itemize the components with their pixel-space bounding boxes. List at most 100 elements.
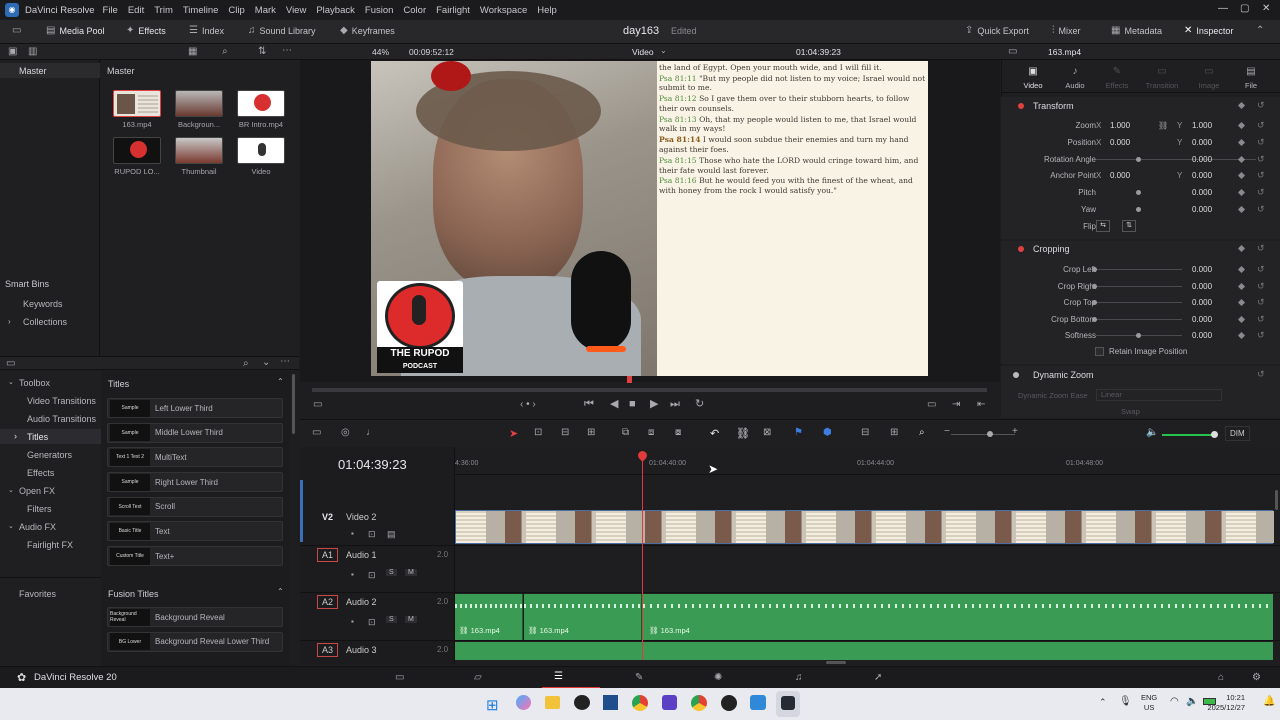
edit-page-tab[interactable]: ☰ (542, 667, 600, 689)
rotation-field[interactable]: 0.000 (1192, 155, 1212, 164)
panel-toggle-icon[interactable]: ▣ (8, 47, 17, 57)
color-page-icon[interactable]: ✺ (714, 673, 722, 683)
crop-left-field[interactable]: 0.000 (1192, 265, 1212, 274)
zoom-out-icon[interactable]: − (944, 427, 950, 437)
workspace-icon[interactable]: ▭ (12, 26, 21, 36)
mic-tray-icon[interactable]: 🎙 (1119, 696, 1132, 707)
inspector-tab-video[interactable]: ▣ Video (1020, 66, 1046, 91)
stop-icon[interactable]: ■ (629, 399, 636, 410)
volume-slider[interactable] (1162, 434, 1214, 436)
keyframes-button[interactable]: ◆ Keyframes (340, 26, 395, 37)
reset-icon[interactable]: ↺ (1257, 187, 1265, 198)
track-enable-icon[interactable]: ▤ (387, 529, 396, 539)
chrome-icon[interactable] (691, 695, 707, 711)
minimize-icon[interactable]: — (1218, 3, 1228, 14)
keyframe-icon[interactable] (1237, 315, 1246, 324)
dim-button[interactable]: DIM (1225, 426, 1250, 441)
menu-mark[interactable]: Mark (255, 5, 276, 16)
chevron-up-icon[interactable]: ⌃ (277, 587, 284, 596)
link-icon[interactable]: ⛓ (736, 427, 750, 440)
toolbox-item-titles[interactable]: Titles (27, 432, 48, 442)
audio-clip[interactable]: ⛓ 163.mp4 (524, 594, 642, 640)
media-clip[interactable]: Backgroun... (175, 90, 229, 129)
windows-start-icon[interactable]: ⊞ (486, 696, 499, 714)
auto-select-icon[interactable]: ⊡ (368, 529, 376, 539)
title-item[interactable]: Scroll Text Scroll (107, 496, 283, 517)
skip-end-icon[interactable]: ⏭ (670, 399, 680, 410)
zoom-knob[interactable] (987, 431, 993, 437)
flip-vertical-icon[interactable]: ⇅ (1122, 220, 1136, 232)
zoom-custom-icon[interactable]: ⌕ (919, 428, 925, 438)
sort-icon[interactable]: ⇅ (258, 47, 266, 57)
reset-icon[interactable]: ↺ (1257, 204, 1265, 215)
viewer-scrubber[interactable] (312, 388, 987, 392)
volume-tray-icon[interactable]: 🔈 (1186, 696, 1198, 707)
inspector-tab-file[interactable]: ▤ File (1238, 66, 1264, 91)
mixer-button[interactable]: ⫶ Mixer (1052, 26, 1081, 37)
metadata-button[interactable]: ▦ Metadata (1111, 26, 1162, 37)
loop-icon[interactable]: ↻ (695, 399, 704, 410)
app-icon[interactable] (750, 695, 766, 710)
yaw-knob[interactable] (1136, 207, 1141, 212)
crop-bottom-knob[interactable] (1092, 317, 1097, 322)
inspector-button[interactable]: ✕ Inspector (1184, 26, 1233, 37)
track-name[interactable]: Audio 1 (346, 550, 377, 560)
zoom-y-field[interactable]: 1.000 (1192, 121, 1212, 130)
title-item[interactable]: Custom Title Text+ (107, 546, 283, 567)
mute-button[interactable]: M (405, 569, 417, 576)
scrubber-playhead[interactable] (627, 376, 632, 383)
crop-left-knob[interactable] (1092, 267, 1097, 272)
wifi-icon[interactable]: ◠ (1170, 696, 1179, 707)
media-clip[interactable]: RUPOD LO... (113, 137, 167, 176)
menu-trim[interactable]: Trim (154, 5, 173, 16)
volume-knob[interactable] (1211, 431, 1218, 438)
title-item[interactable]: Sample Right Lower Third (107, 472, 283, 493)
anchor-y-field[interactable]: 0.000 (1192, 171, 1212, 180)
flip-horizontal-icon[interactable]: ⇆ (1096, 220, 1110, 232)
flag-icon[interactable]: ⚑ (794, 427, 803, 438)
index-button[interactable]: ☰ Index (189, 26, 224, 37)
reset-icon[interactable]: ↺ (1257, 281, 1265, 292)
reset-icon[interactable]: ↺ (1257, 154, 1265, 165)
chevron-up-icon[interactable]: ⌃ (277, 377, 284, 386)
media-clip[interactable]: BR Intro.mp4 (237, 90, 291, 129)
play-reverse-icon[interactable]: ◀ (610, 399, 618, 410)
grid-view-icon[interactable]: ▦ (188, 47, 197, 57)
insert-clip-icon[interactable]: ⧉ (622, 428, 629, 438)
crop-right-knob[interactable] (1092, 284, 1097, 289)
crop-bottom-slider[interactable] (1096, 319, 1182, 320)
next-edit-icon[interactable]: ⇥ (952, 400, 960, 410)
toolbox-item[interactable]: Effects (27, 468, 54, 478)
fusion-page-icon[interactable]: ✎ (635, 673, 643, 683)
overwrite-clip-icon[interactable]: ⧈ (648, 428, 654, 438)
mic-icon[interactable]: ♩ (366, 428, 376, 438)
blade-tool-icon[interactable]: ⊟ (561, 428, 569, 438)
marker-icon[interactable]: ⬢ (823, 427, 832, 438)
bin-icon[interactable]: ▥ (28, 47, 37, 57)
fairlight-page-icon[interactable]: ♫ (795, 673, 803, 683)
sound-library-button[interactable]: ♫ Sound Library (248, 26, 316, 37)
keyframe-icon[interactable] (1237, 155, 1246, 164)
titles-scrollbar[interactable] (292, 374, 295, 434)
master-bin[interactable]: Master (19, 66, 47, 76)
menu-playback[interactable]: Playback (316, 5, 355, 16)
position-x-field[interactable]: 0.000 (1110, 138, 1130, 147)
reset-icon[interactable]: ↺ (1257, 100, 1265, 111)
home-icon[interactable]: ⌂ (1218, 673, 1224, 683)
maximize-icon[interactable]: ▢ (1240, 3, 1249, 14)
menu-timeline[interactable]: Timeline (183, 5, 219, 16)
transform-enable-toggle[interactable] (1018, 103, 1024, 109)
keyframe-icon[interactable] (1237, 331, 1246, 340)
quick-export-button[interactable]: ⇪ Quick Export (965, 26, 1029, 37)
media-clip[interactable]: Video (237, 137, 291, 176)
link-icon[interactable]: ⛓ (1158, 121, 1168, 130)
rotation-knob[interactable] (1136, 157, 1141, 162)
smart-bin-keywords[interactable]: Keywords (23, 299, 63, 309)
track-name[interactable]: Audio 2 (346, 597, 377, 607)
audio-meter-icon[interactable]: ◎ (341, 428, 350, 438)
title-item[interactable]: Basic Title Text (107, 521, 283, 542)
crop-top-knob[interactable] (1092, 300, 1097, 305)
cropping-enable-toggle[interactable] (1018, 246, 1024, 252)
media-page-icon[interactable]: ▭ (395, 673, 404, 683)
v2-selector[interactable] (300, 480, 303, 542)
